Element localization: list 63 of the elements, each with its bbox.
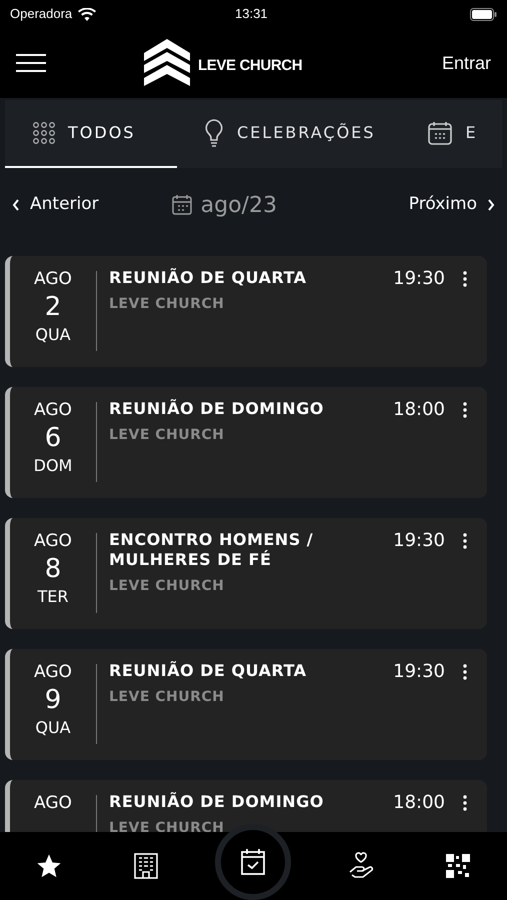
event-day: 9 — [44, 683, 62, 717]
hand-heart-icon[interactable] — [346, 852, 375, 880]
event-title: ENCONTRO HOMENS / MULHERES DE FÉ — [109, 530, 314, 570]
event-day: 8 — [44, 552, 62, 586]
event-card[interactable]: AGO REUNIÃO DE DOMINGO LEVE CHURCH 18:00 — [5, 780, 487, 832]
event-location: LEVE CHURCH — [109, 426, 226, 445]
building-icon[interactable] — [133, 852, 160, 880]
next-month-button[interactable]: Próximo — [408, 192, 495, 218]
calendar-check-icon[interactable] — [240, 848, 266, 876]
qr-code-icon[interactable] — [445, 853, 472, 879]
event-location: LEVE CHURCH — [109, 295, 226, 314]
event-title: REUNIÃO DE QUARTA — [109, 268, 308, 288]
chevron-right-icon — [487, 199, 495, 211]
more-vertical-icon — [463, 664, 467, 680]
more-vertical-icon — [463, 533, 467, 549]
event-time: 19:30 — [393, 268, 445, 291]
event-location: LEVE CHURCH — [109, 819, 226, 832]
battery-icon — [470, 8, 497, 20]
calendar-icon — [427, 120, 454, 146]
event-day: 2 — [44, 290, 62, 324]
event-card[interactable]: AGO 9 QUA REUNIÃO DE QUARTA LEVE CHURCH 19:30 — [5, 649, 487, 760]
calendar-icon — [170, 194, 193, 216]
event-time: 19:30 — [393, 530, 445, 553]
event-weekday: QUA — [35, 717, 71, 739]
logo-text: LEVE CHURCH — [198, 56, 302, 76]
more-vertical-icon — [463, 402, 467, 418]
more-vertical-icon — [463, 795, 467, 811]
event-card[interactable]: AGO 8 TER ENCONTRO HOMENS / MULHERES DE FÉ LEVE CHURCH 19:30 — [5, 518, 487, 629]
event-title: REUNIÃO DE DOMINGO — [109, 399, 325, 419]
event-title: REUNIÃO DE QUARTA — [109, 661, 308, 681]
menu-button[interactable] — [16, 52, 46, 74]
carrier-name: Operadora — [10, 5, 72, 24]
chevrons-logo-icon — [144, 39, 190, 87]
lightbulb-icon — [203, 118, 225, 148]
event-weekday: DOM — [34, 455, 72, 477]
category-tab[interactable]: CELEBRAÇÕES — [177, 100, 402, 168]
event-card[interactable]: AGO 6 DOM REUNIÃO DE DOMINGO LEVE CHURCH 18:00 — [5, 387, 487, 498]
event-card[interactable]: AGO 2 QUA REUNIÃO DE QUARTA LEVE CHURCH 19:30 — [5, 256, 487, 367]
previous-month-button[interactable]: Anterior — [12, 192, 99, 218]
event-time: 18:00 — [393, 792, 445, 815]
clock-time: 13:31 — [235, 5, 268, 24]
grid-icon — [32, 121, 56, 145]
event-month: AGO — [34, 268, 72, 290]
event-location: LEVE CHURCH — [109, 688, 226, 707]
event-time: 18:00 — [393, 399, 445, 422]
event-day: 6 — [44, 421, 62, 455]
star-icon[interactable] — [34, 852, 63, 880]
more-vertical-icon — [463, 271, 467, 287]
category-tab[interactable]: E — [401, 100, 502, 168]
category-tab[interactable]: TODOS — [5, 100, 177, 168]
event-month: AGO — [34, 530, 72, 552]
event-weekday: TER — [38, 586, 68, 608]
login-button[interactable]: Entrar — [442, 50, 491, 76]
event-month: AGO — [34, 792, 72, 814]
event-month: AGO — [34, 661, 72, 683]
event-location: LEVE CHURCH — [109, 577, 226, 596]
event-title: REUNIÃO DE DOMINGO — [109, 792, 325, 812]
event-month: AGO — [34, 399, 72, 421]
chevron-left-icon — [12, 199, 20, 211]
wifi-icon — [78, 8, 96, 20]
event-time: 19:30 — [393, 661, 445, 684]
event-weekday: QUA — [35, 324, 71, 346]
current-month: ago/23 — [200, 192, 277, 220]
